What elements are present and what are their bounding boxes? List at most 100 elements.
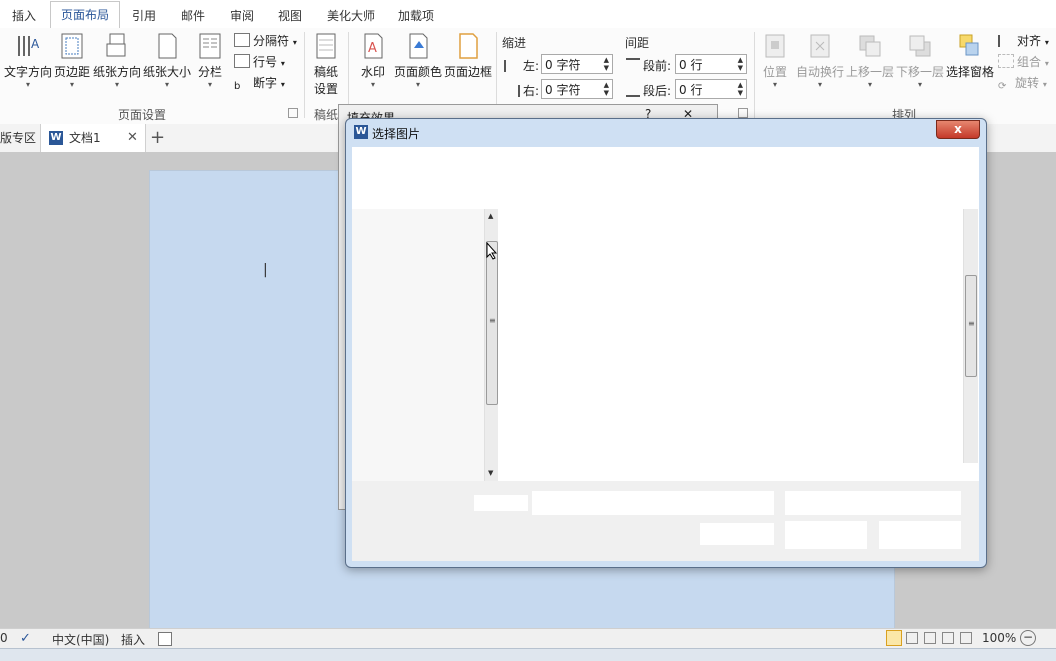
zoom-out-icon[interactable]: − xyxy=(1020,630,1036,646)
spacing-before-label: 段前: xyxy=(626,57,671,74)
orientation-button[interactable]: 纸张方向 ▾ xyxy=(93,32,141,90)
filetype-select[interactable] xyxy=(785,491,961,515)
close-button[interactable]: x xyxy=(936,120,980,139)
tab-review[interactable]: 审阅 xyxy=(230,7,254,24)
spinner-arrows-icon[interactable]: ▲ ▼ xyxy=(738,56,743,72)
group-icon xyxy=(998,54,1014,68)
group-page-setup-label: 页面设置 xyxy=(118,108,167,122)
send-backward-button[interactable]: 下移一层 ▾ xyxy=(896,32,944,90)
outline-view-icon[interactable] xyxy=(942,632,954,644)
columns-icon xyxy=(199,33,221,59)
paper-size-icon xyxy=(158,33,177,59)
dialog-launcher-icon[interactable] xyxy=(738,108,748,118)
scroll-up-icon[interactable]: ▲ xyxy=(488,212,493,220)
language-indicator[interactable]: 中文(中国) xyxy=(52,631,109,648)
full-screen-view-icon[interactable] xyxy=(906,632,918,644)
wrap-text-label: 自动换行 xyxy=(796,65,845,79)
wrap-text-button[interactable]: 自动换行 ▾ xyxy=(796,32,844,90)
proofing-icon[interactable]: ✓ xyxy=(20,631,31,646)
chevron-down-icon: ▾ xyxy=(867,80,872,89)
dialog-content: ▲ ≡ ▼ ≡ xyxy=(352,147,979,561)
dialog-launcher-icon[interactable] xyxy=(288,108,298,118)
web-layout-view-icon[interactable] xyxy=(924,632,936,644)
chevron-down-icon: ▾ xyxy=(69,80,74,89)
dialog-title: 选择图片 xyxy=(372,127,421,141)
macro-record-icon[interactable] xyxy=(158,632,172,646)
tab-template-zone[interactable]: 版专区 xyxy=(0,124,36,152)
group-manuscript-label: 稿纸 xyxy=(314,108,339,122)
grip-icon: ≡ xyxy=(489,316,496,325)
manuscript-button[interactable]: 稿纸 设置 xyxy=(310,32,342,97)
hyphenation-button[interactable]: b 断字 ▾ xyxy=(234,74,285,93)
insert-mode-indicator[interactable]: 插入 xyxy=(121,631,145,648)
scroll-down-icon[interactable]: ▼ xyxy=(488,469,493,477)
size-button[interactable]: 纸张大小 ▾ xyxy=(143,32,191,90)
chevron-down-icon: ▾ xyxy=(1042,80,1047,89)
watermark-button[interactable]: A 水印 ▾ xyxy=(356,32,390,90)
status-bar: 0 ✓ 中文(中国) 插入 100% − xyxy=(0,628,1056,649)
rotate-icon: ⟳ xyxy=(998,81,1007,92)
spinner-arrows-icon[interactable]: ▲ ▼ xyxy=(604,81,609,97)
tools-button[interactable] xyxy=(700,523,774,545)
filename-input[interactable] xyxy=(532,491,774,515)
select-picture-dialog: W 选择图片 x ▲ ≡ ▼ ≡ xyxy=(345,118,987,568)
svg-text:A: A xyxy=(368,41,377,56)
margins-button[interactable]: 页边距 ▾ xyxy=(54,32,90,90)
page-borders-button[interactable]: 页面边框 xyxy=(444,32,492,80)
manuscript-icon xyxy=(316,33,336,59)
text-direction-button[interactable]: A 文字方向 ▾ xyxy=(4,32,52,90)
bring-forward-label: 上移一层 xyxy=(846,65,895,79)
margins-icon xyxy=(61,33,83,59)
tab-addins[interactable]: 加载项 xyxy=(398,7,434,24)
file-list-pane[interactable] xyxy=(498,209,961,481)
scroll-thumb[interactable]: ≡ xyxy=(486,241,498,405)
line-numbers-button[interactable]: 行号 ▾ xyxy=(234,53,285,70)
spacing-before-input[interactable]: 0 行 ▲ ▼ xyxy=(675,54,747,74)
print-layout-view-icon[interactable] xyxy=(886,630,902,646)
tab-beautify-master[interactable]: 美化大师 xyxy=(327,7,375,24)
breaks-button[interactable]: 分隔符 ▾ xyxy=(234,32,297,49)
spinner-arrows-icon[interactable]: ▲ ▼ xyxy=(738,81,743,97)
columns-button[interactable]: 分栏 ▾ xyxy=(196,32,224,90)
indent-right-icon xyxy=(504,85,520,97)
watermark-icon: A xyxy=(364,33,383,59)
add-tab-button[interactable]: + xyxy=(150,124,165,152)
mouse-pointer-icon xyxy=(486,242,498,260)
file-list-scrollbar[interactable]: ≡ xyxy=(963,209,978,463)
orientation-label: 纸张方向 xyxy=(93,65,142,79)
bring-forward-button[interactable]: 上移一层 ▾ xyxy=(846,32,894,90)
selection-pane-button[interactable]: 选择窗格 xyxy=(946,32,994,80)
indent-right-input[interactable]: 0 字符 ▲ ▼ xyxy=(541,79,613,99)
tab-view[interactable]: 视图 xyxy=(278,7,302,24)
tab-insert[interactable]: 插入 xyxy=(12,7,36,24)
draft-view-icon[interactable] xyxy=(960,632,972,644)
navigation-pane[interactable] xyxy=(352,209,484,481)
indent-left-input[interactable]: 0 字符 ▲ ▼ xyxy=(541,54,613,74)
margins-label: 页边距 xyxy=(54,65,91,79)
manuscript-label-2: 设置 xyxy=(313,82,338,96)
spacing-before-icon xyxy=(626,58,640,72)
taskbar xyxy=(0,648,1056,661)
tab-mailings[interactable]: 邮件 xyxy=(181,7,205,24)
page-borders-label: 页面边框 xyxy=(444,65,493,79)
spacing-after-input[interactable]: 0 行 ▲ ▼ xyxy=(675,79,747,99)
tab-references[interactable]: 引用 xyxy=(132,7,156,24)
tab-page-layout[interactable]: 页面布局 xyxy=(50,1,121,29)
scroll-thumb[interactable]: ≡ xyxy=(965,275,977,377)
page-indicator[interactable]: 0 xyxy=(0,631,8,645)
tab-document1[interactable]: W 文档1 ✕ xyxy=(40,124,146,152)
text-direction-label: 文字方向 xyxy=(4,65,53,79)
position-button[interactable]: 位置 ▾ xyxy=(760,32,790,90)
hyphenation-label: 断字 xyxy=(253,76,278,90)
page-color-button[interactable]: 页面颜色 ▾ xyxy=(394,32,442,90)
group-button[interactable]: 组合 ▾ xyxy=(998,53,1049,70)
indent-left-icon xyxy=(504,60,520,72)
spinner-arrows-icon[interactable]: ▲ ▼ xyxy=(604,56,609,72)
align-button[interactable]: 对齐 ▾ xyxy=(998,32,1049,49)
insert-button[interactable] xyxy=(785,521,867,549)
cancel-button[interactable] xyxy=(879,521,961,549)
zoom-level[interactable]: 100% xyxy=(982,631,1016,645)
close-icon[interactable]: ✕ xyxy=(127,124,138,152)
group-separator xyxy=(304,32,305,118)
rotate-button[interactable]: ⟳ 旋转 ▾ xyxy=(998,74,1047,93)
